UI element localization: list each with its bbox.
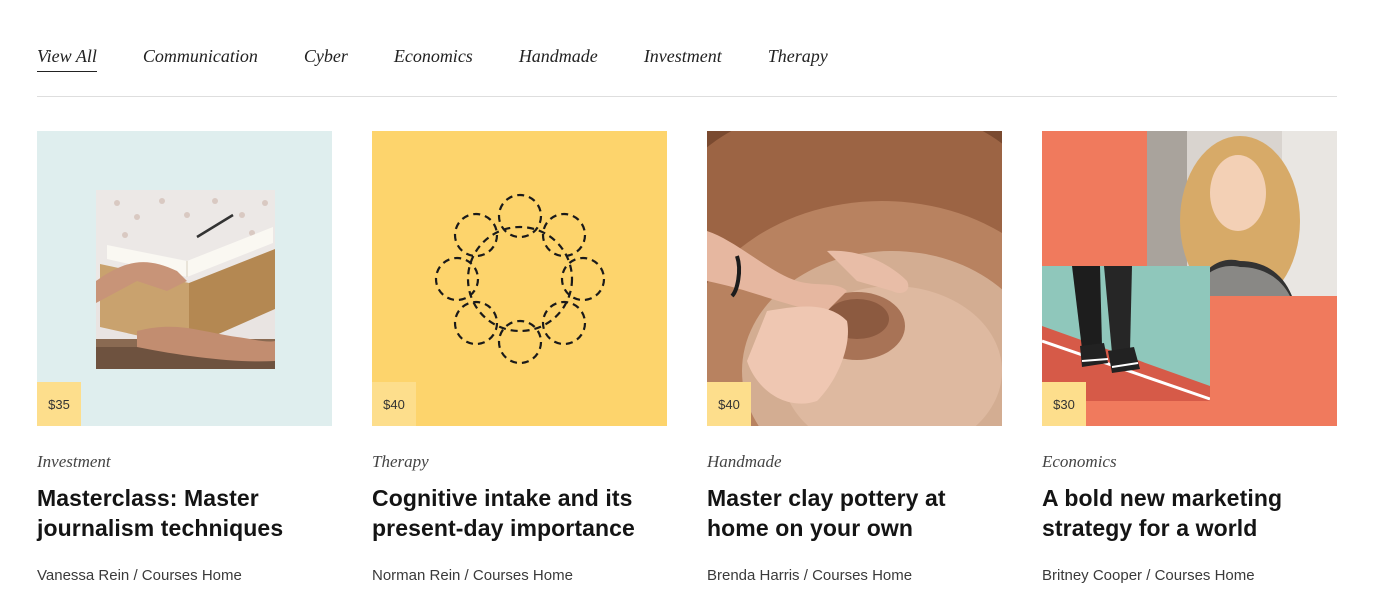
course-title[interactable]: Masterclass: Master journalism technique… [37, 483, 332, 543]
courses-home-link[interactable]: Courses Home [473, 567, 573, 584]
meta-separator: / [799, 567, 813, 584]
meta-separator: / [1142, 567, 1155, 584]
category-filter-tabs: View All Communication Cyber Economics H… [37, 0, 1337, 97]
course-meta: Norman Rein / Courses Home [372, 566, 667, 586]
journal-writing-image [37, 131, 332, 426]
course-card[interactable]: $35 Investment Masterclass: Master journ… [37, 131, 332, 586]
price-badge: $35 [37, 382, 81, 426]
tab-economics[interactable]: Economics [394, 46, 473, 71]
price-badge: $40 [707, 382, 751, 426]
course-author[interactable]: Britney Cooper [1042, 567, 1142, 584]
course-category[interactable]: Economics [1042, 452, 1337, 472]
tab-cyber[interactable]: Cyber [304, 46, 348, 71]
course-meta: Vanessa Rein / Courses Home [37, 566, 332, 586]
course-author[interactable]: Brenda Harris [707, 567, 800, 584]
tab-handmade[interactable]: Handmade [519, 46, 598, 71]
course-category[interactable]: Investment [37, 452, 332, 472]
course-title[interactable]: Cognitive intake and its present-day imp… [372, 483, 667, 543]
course-author[interactable]: Norman Rein [372, 567, 460, 584]
course-category[interactable]: Therapy [372, 452, 667, 472]
course-thumbnail[interactable]: $35 [37, 131, 332, 426]
course-category[interactable]: Handmade [707, 452, 1002, 472]
tab-investment[interactable]: Investment [644, 46, 722, 71]
meta-separator: / [129, 567, 142, 584]
courses-home-link[interactable]: Courses Home [1155, 567, 1255, 584]
course-card[interactable]: $30 Economics A bold new marketing strat… [1042, 131, 1337, 586]
course-thumbnail[interactable]: $40 [707, 131, 1002, 426]
price-badge: $30 [1042, 382, 1086, 426]
pottery-wheel-image [707, 131, 1002, 426]
course-meta: Britney Cooper / Courses Home [1042, 566, 1337, 586]
course-thumbnail[interactable]: $30 [1042, 131, 1337, 426]
course-title[interactable]: A bold new marketing strategy for a worl… [1042, 483, 1337, 543]
course-title[interactable]: Master clay pottery at home on your own [707, 483, 1002, 543]
course-thumbnail[interactable]: $40 [372, 131, 667, 426]
course-card[interactable]: $40 Handmade Master clay pottery at home… [707, 131, 1002, 586]
courses-home-link[interactable]: Courses Home [142, 567, 242, 584]
price-badge: $40 [372, 382, 416, 426]
tab-view-all[interactable]: View All [37, 46, 97, 72]
courses-home-link[interactable]: Courses Home [812, 567, 912, 584]
tab-therapy[interactable]: Therapy [768, 46, 828, 71]
course-card[interactable]: $40 Therapy Cognitive intake and its pre… [372, 131, 667, 586]
tab-communication[interactable]: Communication [143, 46, 258, 71]
course-meta: Brenda Harris / Courses Home [707, 566, 1002, 586]
meta-separator: / [460, 567, 473, 584]
dashed-flower-illustration [372, 131, 667, 426]
woman-collage-image [1042, 131, 1337, 426]
course-author[interactable]: Vanessa Rein [37, 567, 129, 584]
